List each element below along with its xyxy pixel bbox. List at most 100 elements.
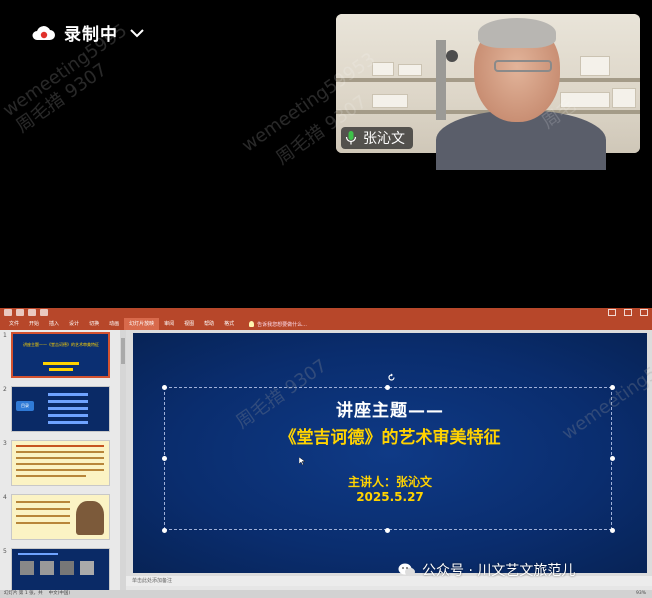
thumbnail-image <box>40 561 54 575</box>
resize-handle[interactable] <box>385 528 390 533</box>
tab-file[interactable]: 文件 <box>4 318 24 330</box>
recording-indicator[interactable]: 录制中 <box>30 20 144 45</box>
current-slide[interactable]: 讲座主题—— 《堂吉诃德》的艺术审美特征 主讲人：张沁文 2025.5.27 <box>133 333 647 573</box>
undo-icon[interactable] <box>16 309 24 316</box>
resize-handle[interactable] <box>162 456 167 461</box>
tab-view[interactable]: 视图 <box>179 318 199 330</box>
thumbnail-image <box>80 561 94 575</box>
mouse-cursor-icon <box>299 457 305 465</box>
slide-thumbnail[interactable] <box>11 548 110 592</box>
tab-design[interactable]: 设计 <box>64 318 84 330</box>
zoom-level[interactable]: 93% <box>636 590 646 598</box>
resize-handle[interactable] <box>610 528 615 533</box>
thumbnail-line <box>16 469 104 471</box>
book <box>612 88 636 108</box>
book <box>372 62 394 76</box>
slide-thumbnail[interactable] <box>11 494 110 540</box>
resize-handle[interactable] <box>385 385 390 390</box>
thumbnail-line <box>16 501 70 503</box>
slide-title: 讲座主题—— <box>336 401 444 421</box>
slide-thumbnails-pane: 1 讲座主题——《堂吉诃德》的艺术审美特征 2 目录 3 4 5 <box>0 330 120 592</box>
participant-name: 张沁文 <box>363 131 405 147</box>
portrait-image <box>76 501 104 535</box>
wechat-icon <box>398 563 415 577</box>
thumbnail-image <box>20 561 34 575</box>
tab-animations[interactable]: 动画 <box>104 318 124 330</box>
thumbnail-line <box>16 522 70 524</box>
thumbnail-line <box>48 400 88 403</box>
lightbulb-icon <box>249 321 255 327</box>
slide-thumbnail[interactable] <box>11 440 110 486</box>
save-icon[interactable] <box>4 309 12 316</box>
status-bar: 幻灯片 第 1 张，共 中文(中国) 93% <box>0 590 652 598</box>
tab-slideshow[interactable]: 幻灯片放映 <box>124 318 160 330</box>
maximize-icon[interactable] <box>624 309 632 316</box>
thumbnail-row[interactable]: 1 讲座主题——《堂吉诃德》的艺术审美特征 <box>0 330 120 380</box>
wechat-text: 公众号 · 川文艺文旅范儿 <box>422 563 576 579</box>
book <box>398 64 422 76</box>
book <box>560 92 610 108</box>
resize-handle[interactable] <box>610 385 615 390</box>
thumbnail-line <box>16 463 104 465</box>
slide-subtitle: 《堂吉诃德》的艺术审美特征 <box>279 428 501 448</box>
person-glasses <box>494 60 552 72</box>
resize-handle[interactable] <box>610 456 615 461</box>
participant-name-tag: 张沁文 <box>341 127 413 149</box>
thumbnail-text: 讲座主题——《堂吉诃德》的艺术审美特征 <box>23 342 99 347</box>
thumbnail-line <box>48 393 88 396</box>
thumbnail-line <box>16 451 104 453</box>
thumbnail-image <box>60 561 74 575</box>
scrollbar-thumb[interactable] <box>121 338 125 364</box>
thumbnail-number: 2 <box>3 386 7 393</box>
slide-editor: 讲座主题—— 《堂吉诃德》的艺术审美特征 主讲人：张沁文 2025.5.27 <box>126 330 652 582</box>
language-status[interactable]: 中文(中国) <box>49 590 71 598</box>
cloud-record-icon <box>32 25 55 40</box>
tab-insert[interactable]: 插入 <box>44 318 64 330</box>
thumbnail-line <box>49 368 73 371</box>
watermark: 周毛措 9307 <box>12 59 111 138</box>
tab-format[interactable]: 格式 <box>219 318 239 330</box>
title-bar <box>0 308 652 318</box>
thumbnail-line <box>16 475 86 477</box>
thumbnail-line <box>48 421 88 424</box>
rotate-handle-icon[interactable] <box>387 373 396 382</box>
slide-count-status: 幻灯片 第 1 张，共 <box>4 591 43 596</box>
book <box>372 94 408 108</box>
thumbnail-line <box>48 407 88 410</box>
resize-handle[interactable] <box>162 385 167 390</box>
thumbnail-line <box>18 553 58 555</box>
person-hair <box>478 18 556 48</box>
minimize-icon[interactable] <box>608 309 616 316</box>
tell-me-text: 告诉我您想要做什么... <box>257 321 307 328</box>
present-icon[interactable] <box>40 309 48 316</box>
slide-date: 2025.5.27 <box>356 490 424 504</box>
thumbnail-row[interactable]: 4 <box>0 492 120 542</box>
tab-help[interactable]: 帮助 <box>199 318 219 330</box>
close-icon[interactable] <box>640 309 648 316</box>
meeting-screen: 录制中 张沁文 wemeeting5995 周毛措 9307 wemeeting… <box>0 0 652 598</box>
thumbnail-row[interactable]: 2 目录 <box>0 384 120 434</box>
thumbnail-line <box>16 508 70 510</box>
tab-home[interactable]: 开始 <box>24 318 44 330</box>
thumbnail-line <box>16 445 104 447</box>
thumbnail-number: 4 <box>3 494 7 501</box>
wall-clock <box>446 50 458 62</box>
thumbnail-row[interactable]: 5 <box>0 546 120 592</box>
thumbnail-row[interactable]: 3 <box>0 438 120 488</box>
window-controls[interactable] <box>608 309 648 316</box>
thumbnail-number: 3 <box>3 440 7 447</box>
chevron-down-icon[interactable] <box>130 28 144 38</box>
resize-handle[interactable] <box>162 528 167 533</box>
powerpoint-window: 文件 开始 插入 设计 切换 动画 幻灯片放映 审阅 视图 帮助 格式 告诉我您… <box>0 308 652 598</box>
slide-thumbnail[interactable]: 讲座主题——《堂吉诃德》的艺术审美特征 <box>11 332 110 378</box>
tab-transitions[interactable]: 切换 <box>84 318 104 330</box>
thumbnail-text: 目录 <box>16 401 34 411</box>
quick-access-toolbar[interactable] <box>4 309 48 316</box>
tab-review[interactable]: 审阅 <box>159 318 179 330</box>
slide-thumbnail[interactable]: 目录 <box>11 386 110 432</box>
recording-label: 录制中 <box>64 25 118 45</box>
thumbnail-line <box>48 414 88 417</box>
tell-me-search[interactable]: 告诉我您想要做什么... <box>249 321 307 328</box>
redo-icon[interactable] <box>28 309 36 316</box>
wechat-account-overlay: 公众号 · 川文艺文旅范儿 <box>398 560 575 580</box>
